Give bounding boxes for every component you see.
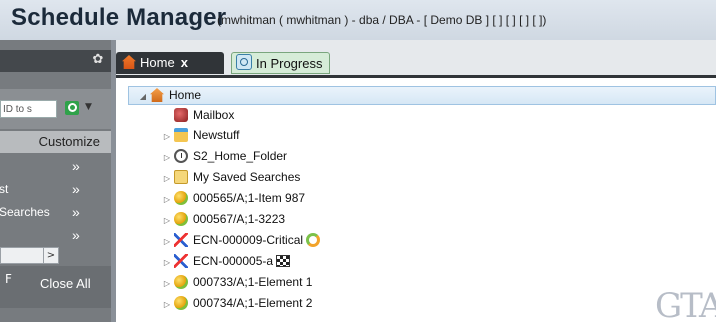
expand-icon[interactable]: ▷: [160, 127, 174, 147]
left-panel-row[interactable]: »: [0, 155, 111, 177]
tab-label: In Progress: [256, 56, 323, 71]
tree-root-home[interactable]: ◢ Home: [136, 85, 201, 105]
tab-home[interactable]: Home x: [116, 52, 224, 74]
tree-item[interactable]: ▷ ECN-000009-Critical: [160, 230, 321, 252]
tree-item-label: ECN-000005-a: [193, 254, 274, 268]
session-info: (mwhitman ( mwhitman ) - dba / DBA - [ D…: [217, 13, 547, 27]
left-panel-row[interactable]: st »: [0, 178, 111, 200]
tree-item-label: My Saved Searches: [193, 170, 301, 184]
tree-item[interactable]: ▷ 000565/A;1-Item 987: [160, 188, 305, 208]
tree-selection-highlight: [128, 86, 716, 105]
horizontal-scrollbar[interactable]: >: [0, 247, 59, 264]
checkered-flag-icon: [276, 255, 291, 267]
tree-item-label: 000734/A;1-Element 2: [193, 296, 313, 310]
tree-item[interactable]: Mailbox: [160, 105, 234, 125]
folder-icon: [174, 170, 188, 184]
search-row: ID to s ▼: [0, 89, 111, 129]
left-panel-header: ✿: [0, 50, 111, 72]
tree-item-label: Mailbox: [193, 108, 235, 122]
home-icon: [122, 55, 136, 69]
tree-item-label: 000733/A;1-Element 1: [193, 275, 313, 289]
left-panel-row[interactable]: »: [0, 224, 111, 246]
expand-icon[interactable]: ▷: [160, 232, 174, 252]
expand-icon[interactable]: ▷: [160, 190, 174, 210]
left-panel-row[interactable]: Searches »: [0, 201, 111, 223]
scroll-right-button[interactable]: >: [43, 248, 58, 263]
double-chevron-icon[interactable]: »: [72, 178, 80, 200]
part-icon: [174, 296, 188, 310]
left-panel: ✿ ID to s ▼ Customize » st » Searches » …: [0, 40, 111, 322]
part-icon: [174, 212, 188, 226]
tree-item[interactable]: ▷ My Saved Searches: [160, 167, 300, 187]
tab-strip: Home x In Progress: [116, 40, 716, 77]
expand-icon[interactable]: ▷: [160, 148, 174, 168]
app-title: Schedule Manager: [11, 4, 227, 31]
tree-item-label: 000567/A;1-3223: [193, 212, 286, 226]
title-bar: Schedule Manager (mwhitman ( mwhitman ) …: [0, 0, 716, 40]
tree-item[interactable]: ▷ 000734/A;1-Element 2: [160, 293, 312, 313]
double-chevron-icon[interactable]: »: [72, 155, 80, 177]
collapse-icon[interactable]: ◢: [136, 87, 150, 107]
search-input[interactable]: ID to s: [0, 100, 57, 118]
clock-folder-icon: [174, 149, 188, 163]
tree-item[interactable]: ▷ Newstuff: [160, 125, 239, 145]
tab-in-progress[interactable]: In Progress: [231, 52, 330, 74]
tree-view: ◢ Home Mailbox ▷ Newstuff ▷ S2_Home_Folder …: [116, 78, 716, 322]
tree-item-label: Home: [169, 88, 202, 102]
in-progress-icon: [236, 54, 252, 70]
part-icon: [174, 275, 188, 289]
part-icon: [174, 191, 188, 205]
watermark-logo: GTAC: [655, 286, 716, 326]
tab-label: Home: [140, 55, 175, 70]
tree-item-label: S2_Home_Folder: [193, 149, 288, 163]
expand-icon[interactable]: ▷: [160, 169, 174, 189]
tree-item[interactable]: ▷ ECN-000005-a: [160, 251, 291, 273]
tree-item[interactable]: ▷ S2_Home_Folder: [160, 146, 287, 166]
cycle-icon: [306, 233, 321, 247]
tree-item[interactable]: ▷ 000733/A;1-Element 1: [160, 272, 312, 292]
left-panel-row-label: st: [0, 182, 9, 196]
search-icon[interactable]: [65, 101, 79, 115]
expand-icon[interactable]: ▷: [160, 253, 174, 273]
tree-item-label: Newstuff: [193, 128, 240, 142]
mailbox-icon: [174, 108, 188, 122]
expand-icon[interactable]: ▷: [160, 211, 174, 231]
footer-mark: F: [5, 272, 12, 286]
chevron-down-icon[interactable]: ▼: [85, 102, 92, 112]
close-icon[interactable]: x: [181, 55, 188, 70]
close-all-button[interactable]: Close All: [40, 276, 91, 291]
gear-icon[interactable]: ✿: [90, 52, 106, 68]
tree-item-label: 000565/A;1-Item 987: [193, 191, 306, 205]
expand-icon[interactable]: ▷: [160, 295, 174, 315]
left-panel-row-label: Searches: [0, 205, 50, 219]
ecn-icon: [174, 254, 188, 268]
tree-item[interactable]: ▷ 000567/A;1-3223: [160, 209, 285, 229]
expand-icon[interactable]: ▷: [160, 274, 174, 294]
ecn-icon: [174, 233, 188, 247]
home-icon: [150, 88, 164, 102]
left-panel-footer: F Close All: [0, 266, 111, 308]
customize-button[interactable]: Customize: [0, 131, 111, 153]
folder-blue-icon: [174, 128, 188, 142]
tree-item-label: ECN-000009-Critical: [193, 233, 304, 247]
double-chevron-icon[interactable]: »: [72, 201, 80, 223]
double-chevron-icon[interactable]: »: [72, 224, 80, 246]
